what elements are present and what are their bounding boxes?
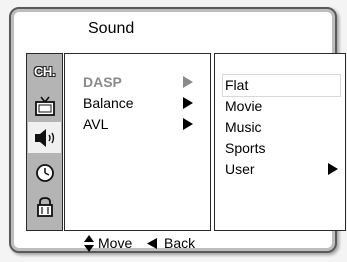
channel-icon: CH. bbox=[34, 64, 55, 79]
menu-item-label: DASP bbox=[83, 74, 122, 90]
header: Sound bbox=[23, 17, 326, 39]
option-label: Music bbox=[225, 119, 262, 135]
arrow-right-icon bbox=[183, 118, 193, 130]
arrow-right-icon bbox=[183, 76, 193, 88]
lock-icon bbox=[36, 196, 53, 217]
menu-item-dasp[interactable]: DASP bbox=[83, 72, 203, 92]
menu-title: Sound bbox=[88, 20, 135, 37]
arrow-right-icon bbox=[328, 163, 338, 175]
sound-menu-list: DASP Balance AVL bbox=[64, 53, 211, 231]
tv-icon bbox=[34, 96, 55, 116]
menu-item-balance[interactable]: Balance bbox=[83, 93, 203, 113]
option-label: Flat bbox=[225, 77, 249, 93]
menu-item-label: AVL bbox=[83, 116, 109, 132]
option-movie[interactable]: Movie bbox=[223, 96, 340, 117]
arrow-right-icon bbox=[183, 97, 193, 109]
time-category[interactable] bbox=[28, 157, 61, 188]
option-label: User bbox=[225, 161, 255, 177]
back-hint-label: Back bbox=[164, 235, 196, 251]
navigation-hint: Move Back bbox=[23, 231, 326, 255]
option-flat[interactable]: Flat bbox=[223, 75, 340, 96]
option-sports[interactable]: Sports bbox=[223, 138, 340, 159]
sound-category[interactable] bbox=[28, 122, 61, 153]
option-label: Sports bbox=[225, 140, 266, 156]
lock-category[interactable] bbox=[28, 191, 61, 222]
channel-category[interactable]: CH. bbox=[28, 56, 61, 87]
menu-item-label: Balance bbox=[83, 95, 134, 111]
up-down-arrow-icon bbox=[84, 235, 94, 252]
speaker-icon bbox=[34, 128, 54, 147]
menu-item-avl[interactable]: AVL bbox=[83, 114, 203, 134]
osd-window: Sound CH. DASP Balance AVL Flat Movie Mu… bbox=[9, 7, 346, 255]
option-music[interactable]: Music bbox=[223, 117, 340, 138]
option-user[interactable]: User bbox=[223, 159, 340, 180]
left-arrow-icon bbox=[147, 238, 157, 249]
clock-icon bbox=[35, 163, 54, 182]
dasp-options-list: Flat Movie Music Sports User bbox=[214, 53, 346, 231]
move-hint-label: Move bbox=[98, 235, 133, 251]
category-icon-bar: CH. bbox=[26, 53, 63, 231]
picture-category[interactable] bbox=[28, 90, 61, 121]
option-label: Movie bbox=[225, 98, 263, 114]
